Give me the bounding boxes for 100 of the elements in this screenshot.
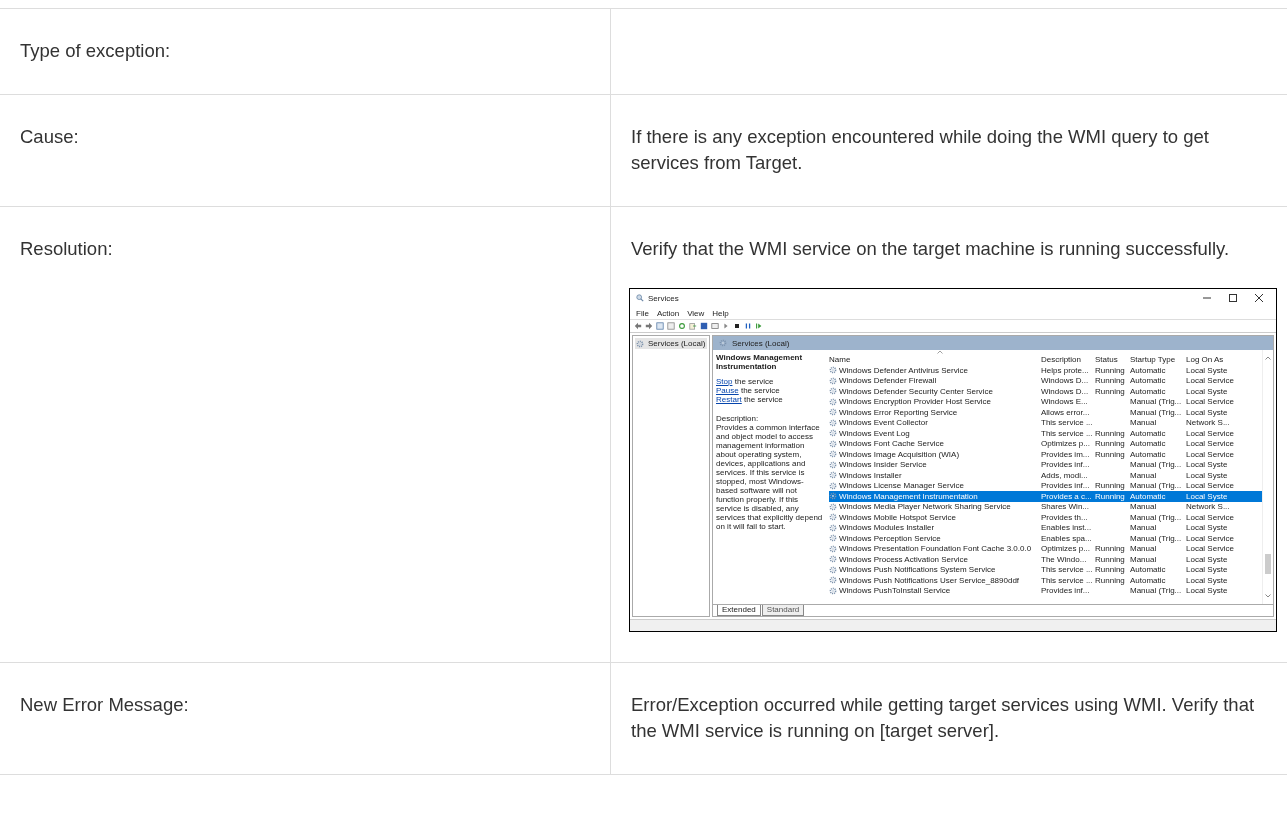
view-tab[interactable]: Standard <box>761 605 805 616</box>
service-row[interactable]: Windows Event Log This service ... Running Automatic Local Service <box>829 428 1262 439</box>
service-row[interactable]: Windows Defender Antivirus Service Helps prote... Running Automatic Local Syste <box>829 365 1262 376</box>
service-row[interactable]: Windows PushToInstall Service Provides inf... Manual (Trig... Local Syste <box>829 585 1262 596</box>
log-on-as: Local Syste <box>1186 470 1229 480</box>
service-name: Windows Event Collector <box>839 418 928 428</box>
arrow-left-icon[interactable] <box>634 322 642 330</box>
service-row[interactable]: Windows Encryption Provider Host Service Windows E... Manual (Trig... Local Service <box>829 396 1262 407</box>
service-description: Provides inf... <box>1041 586 1091 596</box>
startup-type: Automatic <box>1130 365 1167 375</box>
menu-item[interactable]: Action <box>656 308 680 318</box>
service-row[interactable]: Windows Management Instrumentation Provides a c... Running Automatic Local Syste <box>829 491 1262 502</box>
service-description: Provides inf... <box>1041 460 1091 470</box>
view-tab[interactable]: Extended <box>717 605 761 616</box>
field-label: Type of exception: <box>20 40 171 61</box>
field-label: Cause: <box>20 126 79 147</box>
service-row[interactable]: Windows Insider Service Provides inf... Manual (Trig... Local Syste <box>829 459 1262 470</box>
log-on-as: Local Syste <box>1186 586 1229 596</box>
play-icon[interactable] <box>722 322 730 330</box>
log-on-as: Local Syste <box>1186 565 1229 575</box>
service-name: Windows Perception Service <box>839 533 941 543</box>
log-on-as: Local Service <box>1186 512 1236 522</box>
close-icon[interactable] <box>1254 293 1264 303</box>
service-row[interactable]: Windows Installer Adds, modi... Manual Local Syste <box>829 470 1262 481</box>
menu-item[interactable]: View <box>687 308 705 318</box>
column-header[interactable]: Startup Type <box>1130 355 1186 364</box>
column-header[interactable]: Description <box>1041 355 1095 364</box>
field-value: Verify that the WMI service on the target machine is running successfully. <box>631 237 1231 261</box>
startup-type: Manual <box>1130 554 1158 564</box>
service-row[interactable]: Windows Error Reporting Service Allows error... Manual (Trig... Local Syste <box>829 407 1262 418</box>
refresh-icon[interactable] <box>678 322 686 330</box>
service-row[interactable]: Windows Defender Security Center Service Windows D... Running Automatic Local Syste <box>829 386 1262 397</box>
service-row[interactable]: Windows License Manager Service Provides inf... Running Manual (Trig... Local Service <box>829 480 1262 491</box>
service-description: Shares Win... <box>1041 502 1090 512</box>
service-description: Windows E... <box>1041 397 1089 407</box>
column-header[interactable]: Status <box>1095 355 1130 364</box>
service-row[interactable]: Windows Modules Installer Enables inst... Manual Local Syste <box>829 522 1262 533</box>
startup-type: Manual <box>1130 470 1158 480</box>
service-status: Running <box>1095 491 1126 501</box>
startup-type: Manual <box>1130 418 1158 428</box>
startup-type: Manual (Trig... <box>1130 533 1183 543</box>
service-name: Windows Defender Security Center Service <box>839 386 993 396</box>
tree-item[interactable]: Services (Local) <box>635 338 707 349</box>
scroll-up-icon[interactable] <box>1265 356 1271 360</box>
service-name: Windows Push Notifications User Service_8890ddf <box>839 575 1020 585</box>
log-on-as: Local Syste <box>1186 523 1229 533</box>
scroll-down-icon[interactable] <box>1265 594 1271 598</box>
service-row[interactable]: Windows Media Player Network Sharing Service Shares Win... Manual Network S... <box>829 501 1262 512</box>
service-row[interactable]: Windows Mobile Hotspot Service Provides th... Manual (Trig... Local Service <box>829 512 1262 523</box>
service-description: This service ... <box>1041 418 1094 428</box>
service-row[interactable]: Windows Image Acquisition (WIA) Provides im... Running Automatic Local Service <box>829 449 1262 460</box>
resume-icon[interactable] <box>755 322 763 330</box>
service-status: Running <box>1095 365 1126 375</box>
service-description: Helps prote... <box>1041 365 1090 375</box>
service-description: Optimizes p... <box>1041 544 1091 554</box>
gear-icon <box>636 339 644 348</box>
stop-icon[interactable] <box>733 322 741 330</box>
service-row[interactable]: Windows Process Activation Service The Windo... Running Manual Local Syste <box>829 554 1262 565</box>
panel-icon[interactable] <box>656 322 664 330</box>
scrollbar[interactable] <box>1262 350 1273 604</box>
window-icon[interactable] <box>711 322 719 330</box>
log-on-as: Local Service <box>1186 533 1236 543</box>
log-on-as: Local Service <box>1186 544 1236 554</box>
service-status: Running <box>1095 565 1126 575</box>
column-header[interactable]: Log On As <box>1186 355 1238 364</box>
service-row[interactable]: Windows Font Cache Service Optimizes p... Running Automatic Local Service <box>829 438 1262 449</box>
service-row[interactable]: Windows Defender Firewall Windows D... Running Automatic Local Service <box>829 375 1262 386</box>
menu-item[interactable]: Help <box>712 308 729 318</box>
action-link[interactable]: Pause <box>716 386 739 395</box>
service-row[interactable]: Windows Event Collector This service ... Manual Network S... <box>829 417 1262 428</box>
action-link[interactable]: Stop <box>716 377 733 386</box>
service-status: Running <box>1095 428 1126 438</box>
startup-type: Manual (Trig... <box>1130 586 1183 596</box>
maximize-icon[interactable] <box>1228 293 1238 303</box>
service-title: Windows Management Instrumentation <box>716 353 804 371</box>
service-name: Windows Error Reporting Service <box>839 407 958 417</box>
log-on-as: Local Syste <box>1186 491 1229 501</box>
service-row[interactable]: Windows Push Notifications User Service_8890ddf This service ... Running Automatic Local Syste <box>829 575 1262 586</box>
service-name: Windows Defender Firewall <box>839 376 937 386</box>
startup-type: Manual <box>1130 523 1158 533</box>
service-name: Windows Event Log <box>839 428 910 438</box>
service-row[interactable]: Windows Perception Service Enables spa... Manual (Trig... Local Service <box>829 533 1262 544</box>
service-name: Windows Presentation Foundation Font Cache 3.0.0.0 <box>839 544 1032 554</box>
gear-icon <box>719 339 727 347</box>
service-row[interactable]: Windows Presentation Foundation Font Cache 3.0.0.0 Optimizes p... Running Manual Local Service <box>829 543 1262 554</box>
service-status: Running <box>1095 376 1126 386</box>
service-description: Adds, modi... <box>1041 470 1089 480</box>
export-icon[interactable] <box>689 322 697 330</box>
service-row[interactable]: Windows Push Notifications System Service This service ... Running Automatic Local Syste <box>829 564 1262 575</box>
service-description: Provides th... <box>1041 512 1089 522</box>
menu-item[interactable]: File <box>636 308 649 318</box>
log-on-as: Network S... <box>1186 418 1231 428</box>
service-description: Enables inst... <box>1041 523 1093 533</box>
service-name: Windows Installer <box>839 470 902 480</box>
arrow-right-icon[interactable] <box>645 322 653 330</box>
pause-icon[interactable] <box>744 322 752 330</box>
column-header[interactable]: Name <box>829 355 1041 364</box>
startup-type: Automatic <box>1130 449 1167 459</box>
action-link[interactable]: Restart <box>716 395 742 404</box>
scrollbar-thumb[interactable] <box>1265 554 1271 574</box>
